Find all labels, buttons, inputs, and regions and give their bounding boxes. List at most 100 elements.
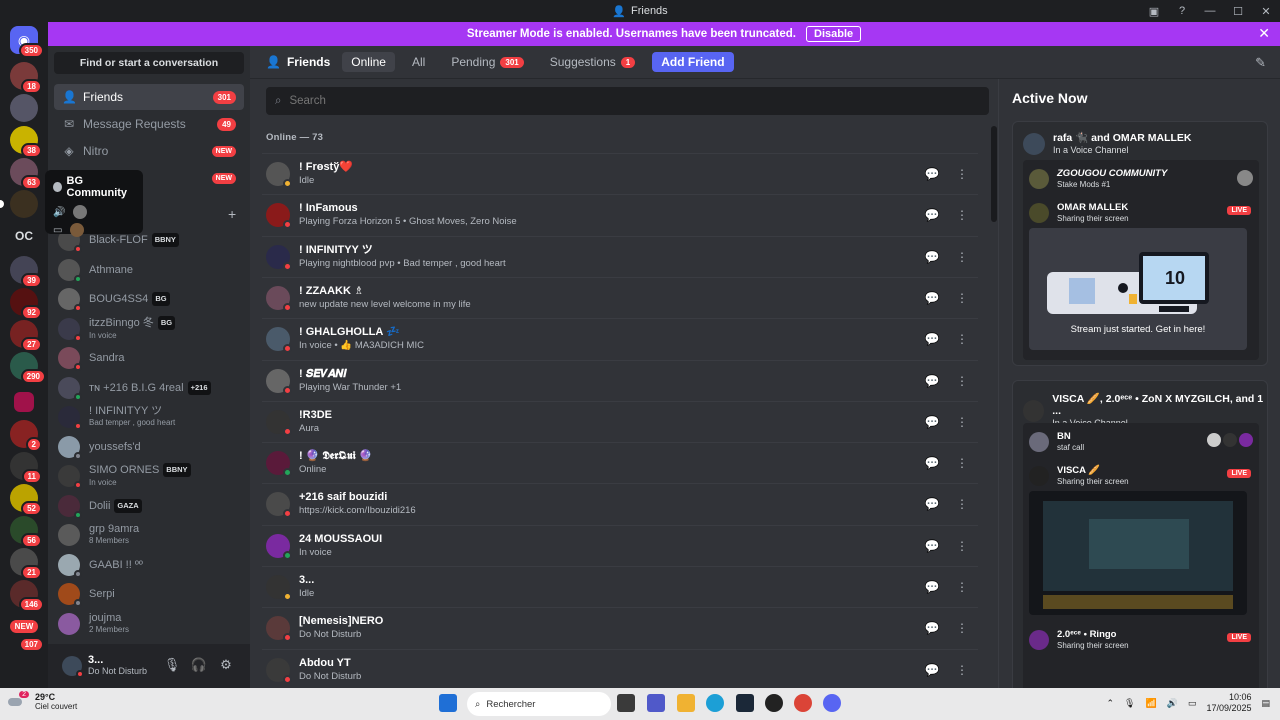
friend-row[interactable]: ! ZZAAKK ♗ new update new level welcome i… bbox=[262, 276, 978, 318]
dm-item[interactable]: ! INFINITYY ツ Bad temper , good heart bbox=[54, 403, 244, 431]
help-icon[interactable]: ? bbox=[1168, 0, 1196, 22]
message-icon[interactable]: 💬 bbox=[920, 245, 944, 269]
server-icon[interactable]: 92 bbox=[10, 288, 42, 320]
tab-pending[interactable]: Pending 301 bbox=[442, 52, 532, 72]
friend-row[interactable]: ! InFamous Playing Forza Horizon 5 • Ghos… bbox=[262, 194, 978, 235]
chevron-up-icon[interactable]: ⌃ bbox=[1107, 698, 1115, 709]
message-icon[interactable]: 💬 bbox=[920, 575, 944, 599]
friend-row[interactable]: !R3DE Aura 💬 ⋮ bbox=[262, 400, 978, 442]
message-icon[interactable]: 💬 bbox=[920, 369, 944, 393]
server-icon[interactable]: 290 bbox=[10, 352, 46, 384]
tab-suggestions[interactable]: Suggestions 1 bbox=[541, 52, 645, 72]
more-options-icon[interactable]: ⋮ bbox=[950, 369, 974, 393]
dm-item[interactable]: joujma 2 Members bbox=[54, 610, 244, 638]
tab-all[interactable]: All bbox=[403, 52, 434, 72]
more-options-icon[interactable]: ⋮ bbox=[950, 575, 974, 599]
add-friend-button[interactable]: Add Friend bbox=[652, 52, 734, 72]
friend-row[interactable]: 24 MOUSSAOUI In voice 💬 ⋮ bbox=[262, 524, 978, 566]
message-icon[interactable]: 💬 bbox=[920, 616, 944, 640]
server-icon-bg-community[interactable] bbox=[10, 190, 38, 218]
dm-item[interactable]: SIMO ORNES BBNY In voice bbox=[54, 462, 244, 490]
file-explorer-icon[interactable] bbox=[677, 694, 695, 712]
server-icon[interactable]: 2 bbox=[10, 420, 42, 452]
new-group-dm-icon[interactable]: ✎ bbox=[1255, 55, 1266, 71]
dm-item[interactable]: itzzBinngo 冬 BG In voice bbox=[54, 315, 244, 343]
chrome-icon[interactable] bbox=[794, 694, 812, 712]
message-icon[interactable]: 💬 bbox=[920, 534, 944, 558]
sidebar-item-nitro[interactable]: ◈ Nitro NEW bbox=[54, 138, 244, 164]
maximize-button[interactable]: ☐ bbox=[1224, 0, 1252, 22]
settings-gear-icon[interactable]: ⚙ bbox=[217, 657, 235, 673]
more-options-icon[interactable]: ⋮ bbox=[950, 410, 974, 434]
more-options-icon[interactable]: ⋮ bbox=[950, 492, 974, 516]
message-icon[interactable]: 💬 bbox=[920, 327, 944, 351]
more-options-icon[interactable]: ⋮ bbox=[950, 245, 974, 269]
dm-item[interactable]: Dolii GAZA bbox=[54, 492, 244, 520]
dm-item[interactable]: ᴛɴ +216 B.I.G 4real +216 bbox=[54, 374, 244, 402]
more-options-icon[interactable]: ⋮ bbox=[950, 162, 974, 186]
windows-start-icon[interactable] bbox=[439, 694, 457, 712]
message-icon[interactable]: 💬 bbox=[920, 162, 944, 186]
friend-row[interactable]: ! Frөstў❤️ Idle 💬 ⋮ bbox=[262, 153, 978, 194]
friend-row[interactable]: 3... Idle 💬 ⋮ bbox=[262, 566, 978, 607]
wifi-icon[interactable]: 📶 bbox=[1145, 698, 1156, 709]
friend-row[interactable]: ! GHALGHOLLA 💤 In voice • 👍 MA3ADICH MIC 💬… bbox=[262, 318, 978, 359]
dm-item[interactable]: youssefs'd bbox=[54, 433, 244, 461]
server-icon[interactable] bbox=[10, 94, 38, 122]
friend-row[interactable]: ! INFINITYY ツ Playing nightblood pvp • Ba… bbox=[262, 235, 978, 277]
home-button[interactable]: ◉ 350 bbox=[10, 26, 44, 58]
more-options-icon[interactable]: ⋮ bbox=[950, 534, 974, 558]
weather-widget[interactable]: 2 29°C Ciel couvert bbox=[8, 691, 77, 712]
find-conversation-button[interactable]: Find or start a conversation bbox=[54, 52, 244, 74]
teams-icon[interactable] bbox=[647, 694, 665, 712]
volume-icon[interactable]: 🔊 bbox=[1167, 698, 1178, 709]
message-icon[interactable]: 💬 bbox=[920, 451, 944, 475]
inbox-window-icon[interactable]: ▣ bbox=[1140, 0, 1168, 22]
message-icon[interactable]: 💬 bbox=[920, 286, 944, 310]
stream-preview[interactable] bbox=[1029, 491, 1247, 615]
stream-preview[interactable]: 10 Stream just started. Get in here! bbox=[1029, 228, 1247, 350]
server-icon[interactable]: 56 bbox=[10, 516, 42, 548]
minimize-button[interactable]: — bbox=[1196, 0, 1224, 22]
clock[interactable]: 10:06 17/09/2025 bbox=[1206, 692, 1251, 714]
sidebar-item-friends[interactable]: 👤 Friends 301 bbox=[54, 84, 244, 110]
friend-row[interactable]: ! 🔮 𝕯𝖊𝖗𝕼𝖚𝖎 🔮 Online 💬 ⋮ bbox=[262, 442, 978, 483]
dm-item[interactable]: grp 9amra 8 Members bbox=[54, 521, 244, 549]
server-icon[interactable]: 18 bbox=[10, 62, 42, 94]
dm-item[interactable]: Sandra bbox=[54, 344, 244, 372]
create-dm-icon[interactable]: + bbox=[228, 206, 236, 222]
more-options-icon[interactable]: ⋮ bbox=[950, 286, 974, 310]
close-window-button[interactable]: ✕ bbox=[1252, 0, 1280, 22]
server-icon[interactable]: 39 bbox=[10, 256, 42, 288]
activity-card[interactable]: rafa 🐈‍⬛ and OMAR MALLEK In a Voice Chan… bbox=[1012, 121, 1268, 366]
app-icon[interactable] bbox=[765, 694, 783, 712]
message-icon[interactable]: 💬 bbox=[920, 492, 944, 516]
edge-icon[interactable] bbox=[706, 694, 724, 712]
activity-card[interactable]: VISCA 🥖, 2.0ᵉᶜᵉ • ZoN X MYZGILCH, and 1 … bbox=[1012, 380, 1268, 703]
more-options-icon[interactable]: ⋮ bbox=[950, 327, 974, 351]
sidebar-item-message-requests[interactable]: ✉ Message Requests 49 bbox=[54, 111, 244, 137]
message-icon[interactable]: 💬 bbox=[920, 410, 944, 434]
friend-row[interactable]: [Nemesis]NERO Do Not Disturb 💬 ⋮ bbox=[262, 607, 978, 648]
disable-streamer-mode-button[interactable]: Disable bbox=[806, 26, 862, 42]
server-icon[interactable]: 21 bbox=[10, 548, 42, 580]
server-icon[interactable]: 38 bbox=[10, 126, 42, 158]
microphone-tray-icon[interactable]: 🎙 bbox=[1124, 698, 1135, 709]
discord-taskbar-icon[interactable] bbox=[823, 694, 841, 712]
friend-row[interactable]: +216 saif bouzidi https://kick.com/Ibouzi… bbox=[262, 483, 978, 524]
steam-icon[interactable] bbox=[736, 694, 754, 712]
server-icon[interactable]: 11 bbox=[10, 452, 42, 484]
server-icon[interactable]: 146 bbox=[10, 580, 44, 612]
more-options-icon[interactable]: ⋮ bbox=[950, 203, 974, 227]
close-banner-icon[interactable]: ✕ bbox=[1258, 25, 1270, 42]
dm-item[interactable]: Serpi bbox=[54, 580, 244, 608]
headphones-icon[interactable]: 🎧 bbox=[190, 657, 208, 673]
new-servers-button[interactable]: NEW 107 bbox=[9, 612, 44, 652]
taskbar-search[interactable]: ⌕ Rechercher bbox=[467, 692, 611, 716]
friend-row[interactable]: ! 𝑺𝑬𝑽𝑨𝑵𝑰 Playing War Thunder +1 💬 ⋮ bbox=[262, 359, 978, 401]
more-options-icon[interactable]: ⋮ bbox=[950, 451, 974, 475]
friend-row[interactable]: Abdou YT Do Not Disturb 💬 ⋮ bbox=[262, 648, 978, 690]
dm-item[interactable]: Athmane bbox=[54, 256, 244, 284]
more-options-icon[interactable]: ⋮ bbox=[950, 658, 974, 682]
notification-icon[interactable]: ▤ bbox=[1261, 698, 1270, 709]
